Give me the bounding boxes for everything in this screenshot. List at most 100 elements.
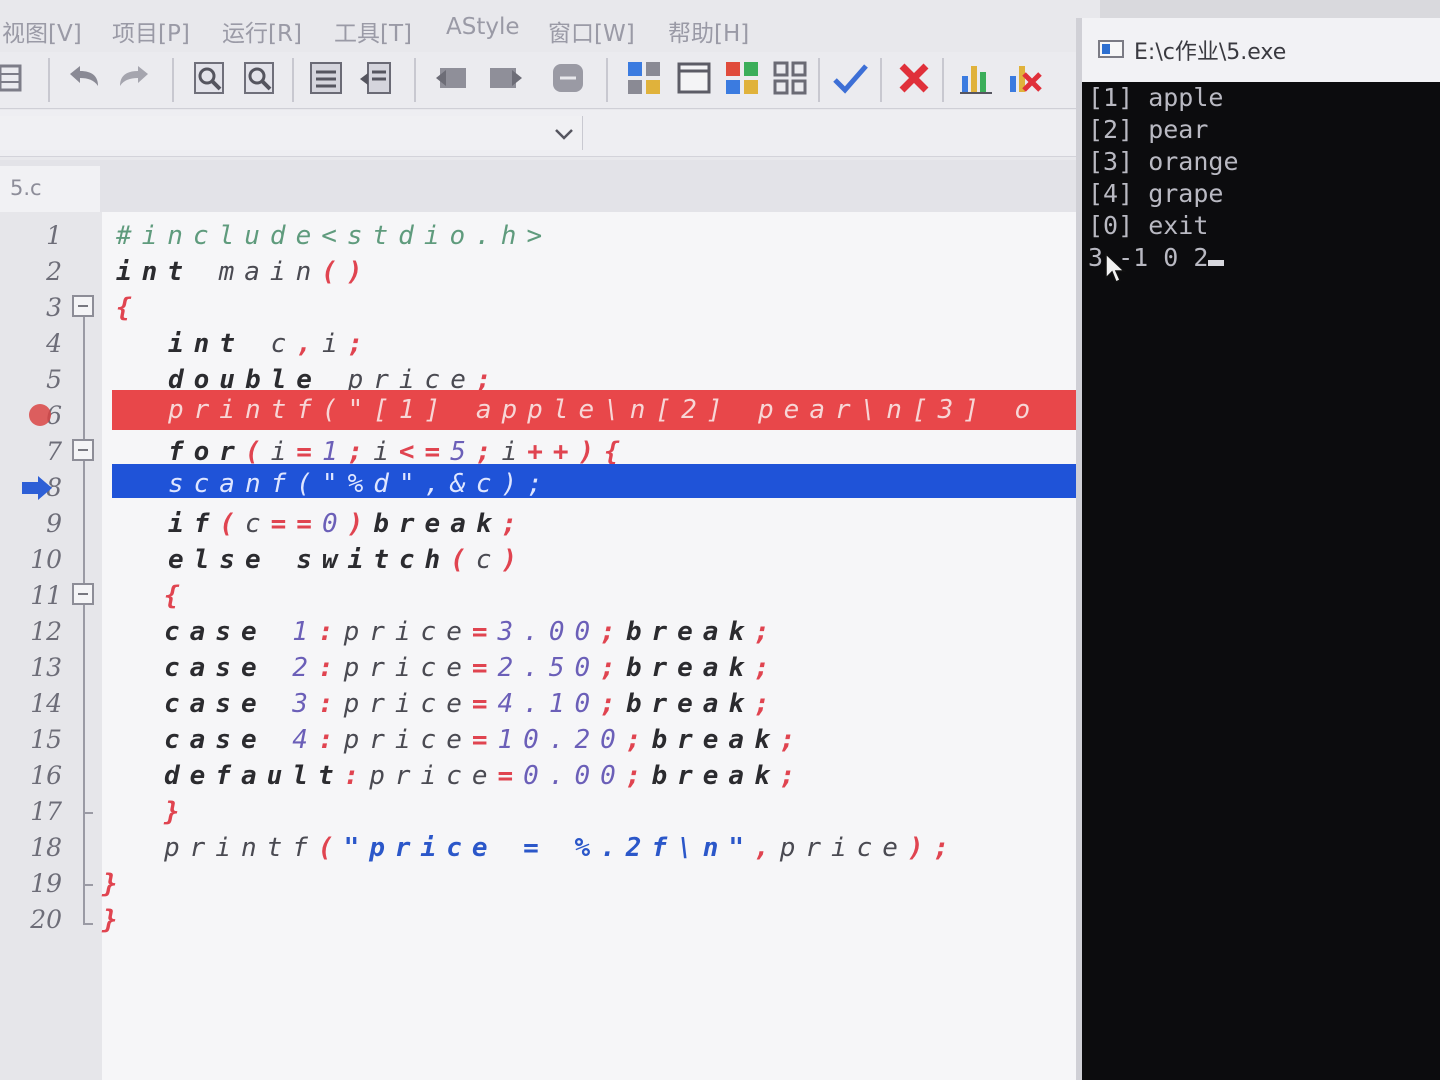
file-tab[interactable]: 5.c (0, 166, 100, 212)
menu-run[interactable]: 运行[R] (222, 14, 302, 48)
chevron-down-icon[interactable] (552, 124, 576, 144)
find-icon[interactable] (192, 60, 228, 96)
code-line-13: case 2:price=2.50;break; (164, 650, 780, 686)
code-line-20: } (102, 902, 128, 938)
console-window[interactable]: E:\c作业\5.exe [1] apple [2] pear [3] oran… (1076, 18, 1440, 1080)
number: 3.00 (497, 617, 601, 647)
class-dropdown[interactable] (0, 116, 583, 150)
console-input-line[interactable]: 3 -1 0 2 (1088, 242, 1440, 274)
operator: ; (347, 329, 374, 359)
console-app-icon (1098, 40, 1124, 58)
breakpoint-icon[interactable] (22, 400, 62, 430)
ide-window: 视图[V] 项目[P] 运行[R] 工具[T] AStyle 窗口[W] 帮助[… (0, 0, 1100, 1080)
replace-icon[interactable] (242, 60, 278, 96)
profile-delete-icon[interactable] (1006, 60, 1042, 96)
menu-astyle[interactable]: AStyle (446, 14, 520, 40)
line-number: 14 (30, 689, 62, 718)
run-icon[interactable] (676, 60, 712, 96)
unindent-icon[interactable] (358, 60, 394, 96)
identifier: c (244, 329, 297, 359)
menu-bar: 视图[V] 项目[P] 运行[R] 工具[T] AStyle 窗口[W] 帮助[… (0, 10, 1100, 50)
compile-icon[interactable] (626, 60, 662, 96)
brace: { (164, 581, 190, 611)
fold-end (83, 884, 93, 886)
code-line-8: scanf("%d",&c); (168, 469, 553, 499)
breakpoint-line-highlight: printf("[1] apple\n[2] pear\n[3] o (112, 390, 1100, 430)
line-number: 18 (30, 833, 62, 862)
operator: , (296, 329, 322, 359)
identifier: main (192, 257, 322, 287)
string-literal: "price = %.2f\n" (343, 833, 755, 863)
operator: ; (625, 761, 652, 791)
console-output[interactable]: [1] apple [2] pear [3] orange [4] grape … (1082, 82, 1440, 1080)
keyword: int (116, 257, 193, 287)
operator: ; (754, 689, 780, 719)
keyword: switch (270, 545, 451, 575)
undo-icon[interactable] (66, 60, 102, 96)
menu-tools[interactable]: 工具[T] (334, 14, 412, 48)
comment-icon[interactable] (550, 60, 586, 96)
fold-toggle[interactable] (72, 439, 94, 461)
keyword: break (625, 689, 755, 719)
line-number: 11 (30, 581, 62, 610)
toolbar-separator (172, 58, 174, 102)
keyword: for (168, 437, 245, 467)
operator: : (343, 761, 370, 791)
menu-project[interactable]: 项目[P] (112, 14, 190, 48)
operator: = (296, 437, 322, 467)
compile-run-icon[interactable] (724, 60, 760, 96)
code-editor[interactable]: #include<stdio.h> int main() { int c,i; … (102, 212, 1100, 1080)
rebuild-icon[interactable] (772, 60, 808, 96)
line-number: 10 (30, 545, 62, 574)
menu-view[interactable]: 视图[V] (2, 14, 82, 48)
operator: ; (475, 437, 502, 467)
brace: } (102, 905, 128, 935)
fold-toggle[interactable] (72, 583, 94, 605)
identifier: i (373, 437, 399, 467)
operator: ; (625, 725, 652, 755)
line-number: 9 (46, 509, 62, 538)
console-title: E:\c作业\5.exe (1134, 40, 1287, 65)
menu-help[interactable]: 帮助[H] (668, 14, 749, 48)
fold-toggle[interactable] (72, 295, 94, 317)
check-icon[interactable] (832, 60, 868, 96)
bookmark-prev-icon[interactable] (436, 60, 472, 96)
function-name: printf (164, 833, 318, 863)
code-line-3: { (116, 290, 142, 326)
identifier: c (475, 545, 502, 575)
list-icon[interactable] (0, 60, 36, 96)
operator: = (471, 617, 498, 647)
chart-icon[interactable] (958, 60, 994, 96)
identifier: i (321, 329, 348, 359)
code-line-10: else switch(c) (168, 542, 527, 578)
keyword: default (164, 761, 344, 791)
console-title-bar[interactable]: E:\c作业\5.exe (1082, 18, 1440, 82)
redo-icon[interactable] (116, 60, 152, 96)
operator: , (754, 833, 780, 863)
operator: ++ (527, 437, 579, 467)
console-line: [2] pear (1088, 115, 1209, 144)
brace: } (102, 869, 128, 899)
bookmark-next-icon[interactable] (486, 60, 522, 96)
brace: { (116, 293, 142, 323)
line-number-gutter: 1 2 3 4 5 6 7 8 9 10 11 12 13 14 15 16 1… (0, 212, 102, 1080)
line-number: 19 (30, 869, 62, 898)
class-selector-row (0, 110, 1100, 157)
operator: ){ (578, 437, 630, 467)
menu-window[interactable]: 窗口[W] (548, 14, 635, 48)
operator: ; (754, 653, 780, 683)
number: 10.20 (497, 725, 626, 755)
mouse-pointer-icon (1105, 252, 1126, 284)
line-number: 15 (30, 725, 62, 754)
stop-icon[interactable] (896, 60, 932, 96)
indent-icon[interactable] (308, 60, 344, 96)
code-line-4: int c,i; (168, 326, 373, 362)
identifier: price (343, 617, 472, 647)
keyword: case (164, 689, 267, 719)
number: 2 (266, 653, 318, 683)
line-number: 17 (30, 797, 62, 826)
toolbar-separator (414, 58, 416, 102)
identifier: price (343, 689, 472, 719)
operator: ; (600, 617, 626, 647)
operator: ; (600, 689, 626, 719)
